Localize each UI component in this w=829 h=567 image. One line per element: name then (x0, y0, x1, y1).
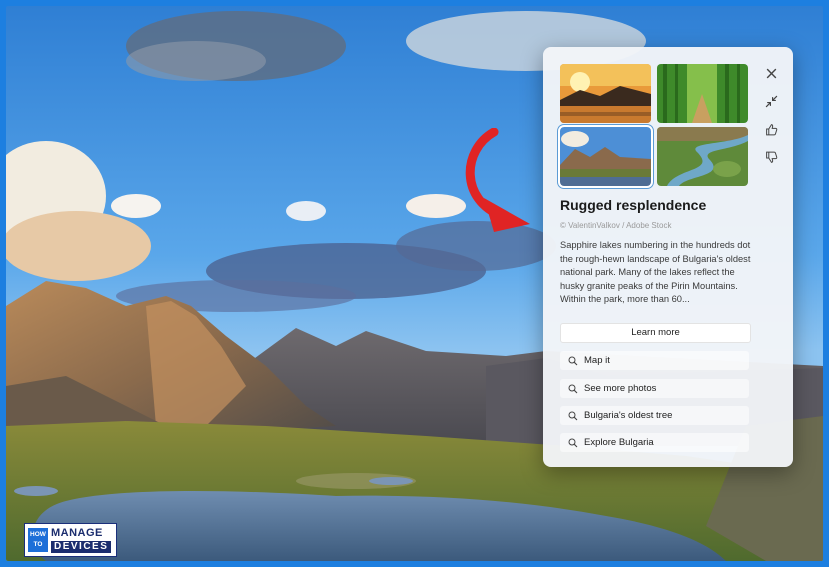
link-map-it[interactable]: Map it (560, 351, 749, 370)
logo-manage: MANAGE (51, 527, 103, 539)
link-label: Explore Bulgaria (584, 437, 654, 448)
logo-devices: DEVICES (51, 541, 111, 553)
how-to-manage-devices-logo: HOW TO MANAGE DEVICES (24, 523, 117, 557)
thumbnail-mountain-lake[interactable] (558, 125, 653, 188)
windows-spotlight-panel: Rugged resplendence © ValentinValkov / A… (543, 47, 793, 467)
logo-how-to-block: HOW TO (28, 528, 48, 552)
river-valley-image (657, 127, 748, 186)
thumbnail-river-valley[interactable] (657, 127, 748, 186)
search-icon (568, 356, 578, 365)
dislike-button[interactable] (760, 146, 782, 168)
link-oldest-tree[interactable]: Bulgaria's oldest tree (560, 406, 749, 425)
logo-how: HOW (30, 531, 46, 538)
logo-to: TO (33, 541, 43, 548)
link-see-more-photos[interactable]: See more photos (560, 379, 749, 398)
link-label: Map it (584, 355, 610, 366)
thumbnail-sunset-lake[interactable] (560, 64, 651, 123)
thumbnail-bamboo-forest[interactable] (657, 64, 748, 123)
link-label: Bulgaria's oldest tree (584, 410, 673, 421)
spotlight-title: Rugged resplendence (560, 197, 707, 213)
collapse-button[interactable] (760, 90, 782, 112)
close-button[interactable] (760, 62, 782, 84)
desktop-screen: Rugged resplendence © ValentinValkov / A… (6, 6, 823, 561)
sunset-lake-image (560, 64, 651, 123)
spotlight-description: Sapphire lakes numbering in the hundreds… (560, 240, 751, 305)
search-icon (568, 438, 578, 447)
close-icon (766, 68, 776, 78)
link-explore-bulgaria[interactable]: Explore Bulgaria (560, 433, 749, 452)
red-curved-arrow (465, 128, 530, 232)
link-label: See more photos (584, 383, 657, 394)
bamboo-forest-image (657, 64, 748, 123)
collapse-icon (765, 95, 777, 107)
mountain-lake-image (560, 127, 651, 186)
search-icon (568, 411, 578, 420)
learn-more-button[interactable]: Learn more (560, 323, 751, 343)
thumbs-up-icon (765, 123, 777, 135)
like-button[interactable] (760, 118, 782, 140)
search-icon (568, 384, 578, 393)
thumbs-down-icon (765, 151, 777, 163)
photo-credit: © ValentinValkov / Adobe Stock (560, 221, 672, 230)
